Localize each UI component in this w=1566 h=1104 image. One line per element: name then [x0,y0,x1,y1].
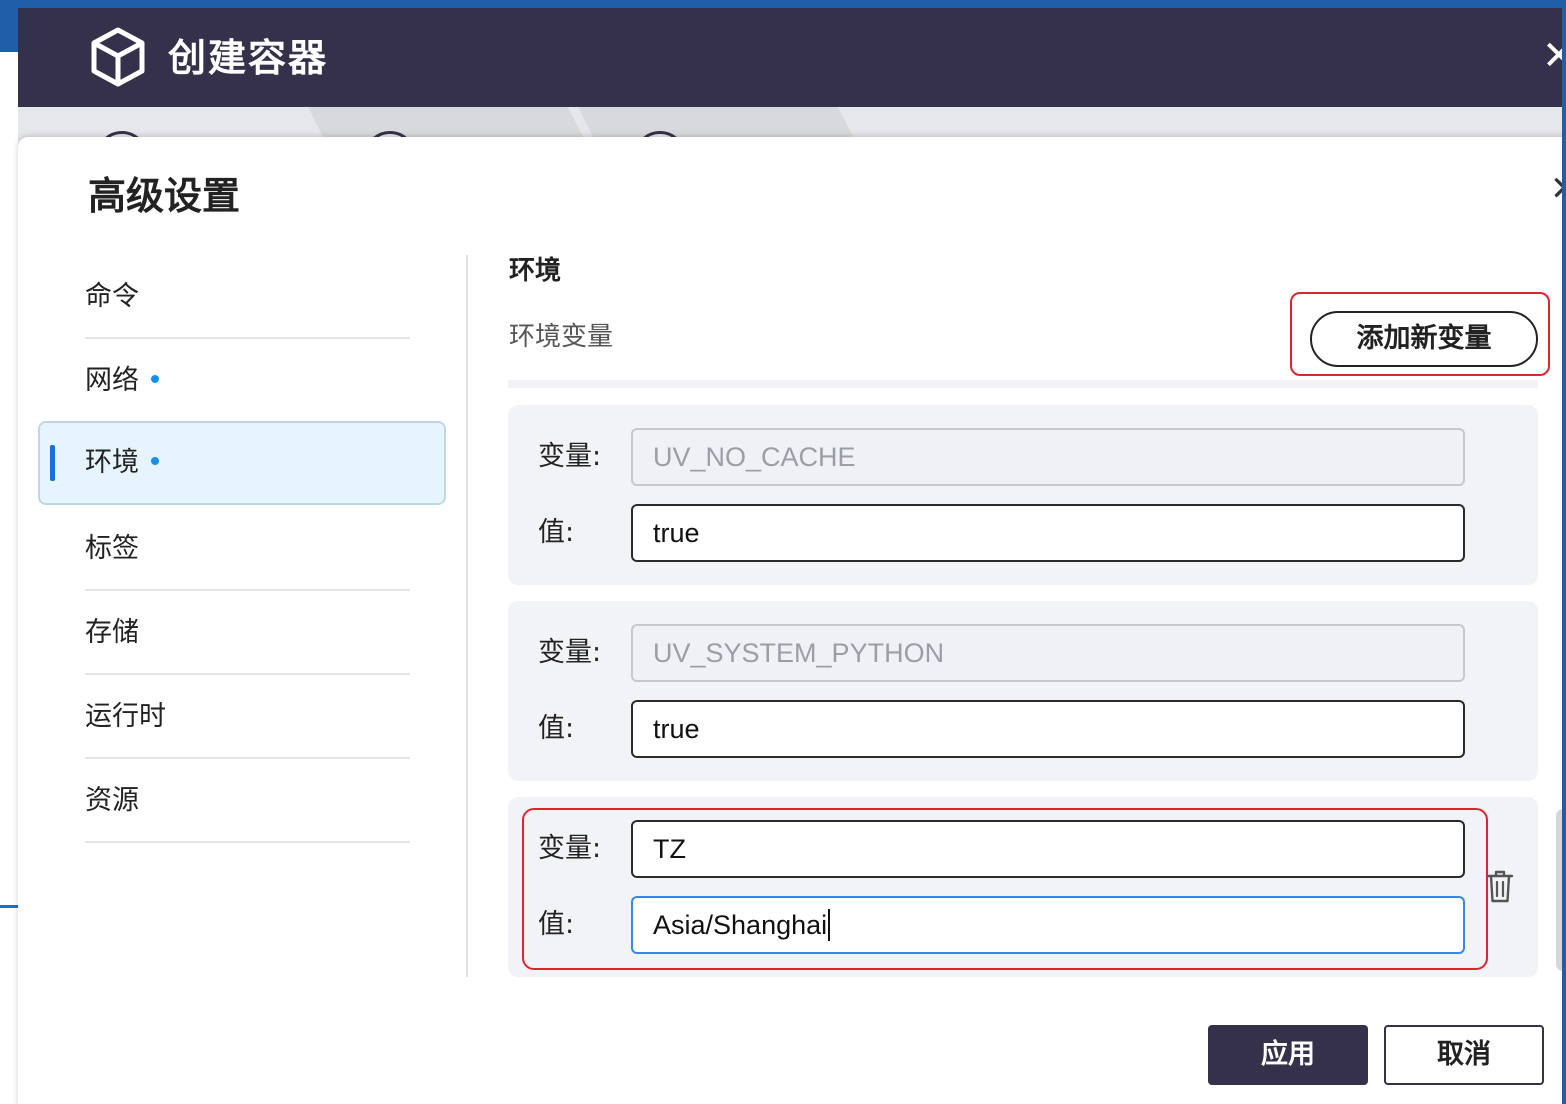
wizard-title: 创建容器 [168,36,329,80]
scrolled-card-edge [508,380,1538,388]
modified-dot [151,374,159,383]
nav-item-label: 运行时 [85,701,166,732]
variable-name-field: UV_NO_CACHE [631,428,1465,486]
nav-item-resources[interactable]: 资源 [38,759,446,843]
background-app-edge-right [1562,0,1566,1104]
nav-item-label: 标签 [85,533,139,564]
wizard-header: 创建容器 ✕ [18,8,1566,107]
variable-label: 变量: [538,637,602,668]
modified-dot [151,456,159,465]
section-title: 环境 [509,256,562,286]
nav-item-label: 网络 [85,339,159,423]
trash-icon[interactable] [1484,868,1516,904]
dialog-title: 高级设置 [88,174,241,218]
nav-item-label: 资源 [85,785,139,816]
active-indicator [50,445,55,481]
nav-item-labels[interactable]: 标签 [38,507,446,591]
background-app-edge [0,0,18,1104]
add-variable-button[interactable]: 添加新变量 [1310,311,1538,367]
nav-item-command[interactable]: 命令 [38,255,446,339]
variable-value-field[interactable]: true [631,504,1465,562]
cube-icon [91,27,145,87]
nav-item-network[interactable]: 网络 [38,339,446,423]
divider [85,841,410,843]
screen: 创建容器 ✕ 高级设置 ✕ 命令 网络 环境 标签 存储 运行时 资源 环境 环… [0,0,1566,1104]
value-label: 值: [538,713,575,744]
advanced-settings-dialog: 高级设置 ✕ 命令 网络 环境 标签 存储 运行时 资源 环境 环境变量 添加新… [18,137,1566,1104]
nav-item-label: 环境 [85,423,159,507]
apply-button[interactable]: 应用 [1208,1025,1368,1085]
annotation-highlight [522,808,1488,970]
nav-item-environment[interactable]: 环境 [38,421,446,505]
nav-item-storage[interactable]: 存储 [38,591,446,675]
cancel-button[interactable]: 取消 [1384,1025,1544,1085]
env-variable-card: 变量: UV_NO_CACHE 值: true [508,405,1538,585]
env-variable-card: 变量: UV_SYSTEM_PYTHON 值: true [508,601,1538,781]
nav-item-label: 命令 [85,281,139,312]
background-app-line [0,905,18,908]
nav-divider [466,255,468,977]
background-app-topbar [0,0,1566,8]
nav-item-runtime[interactable]: 运行时 [38,675,446,759]
variable-label: 变量: [538,441,602,472]
variable-name-field: UV_SYSTEM_PYTHON [631,624,1465,682]
nav-item-label: 存储 [85,617,139,648]
background-app-stripe [0,0,18,52]
variable-value-field[interactable]: true [631,700,1465,758]
value-label: 值: [538,517,575,548]
section-subtitle: 环境变量 [509,322,614,352]
